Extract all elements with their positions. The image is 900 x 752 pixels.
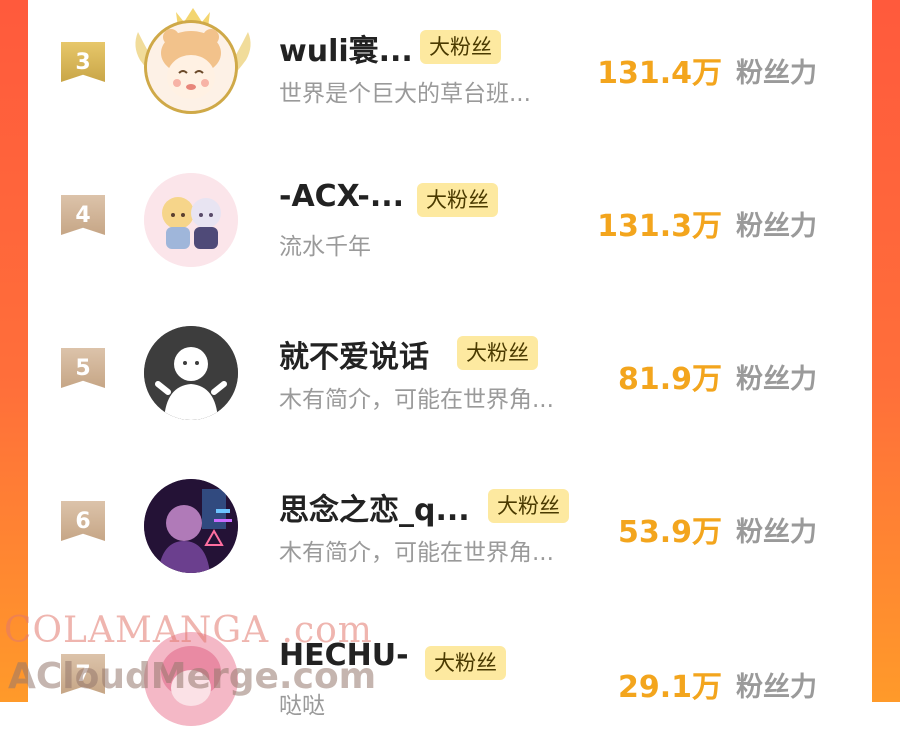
rank-medal: 3 [61,42,105,82]
fans-power-value: 81.9万 [617,362,722,397]
pink-anime-avatar-icon [144,632,238,726]
fans-power-value: 53.9万 [617,515,722,550]
rank-medal: 7 [61,654,105,694]
fans-power-value: 29.1万 [617,670,722,705]
user-name[interactable]: -ACX-... [279,179,404,214]
big-fan-badge: 大粉丝 [425,646,506,680]
user-name[interactable]: 就不爱说话 [279,332,429,376]
user-bio: 哒哒 [279,693,325,719]
ranking-row[interactable]: 3 wuli寰... 大粉丝 世界是个巨大的草台班... 131.4万 粉丝力 [28,0,872,140]
avatar[interactable] [144,479,242,577]
user-bio: 世界是个巨大的草台班... [279,81,531,107]
rank-number: 6 [75,508,91,534]
default-user-avatar-icon [144,326,238,420]
rank-medal: 6 [61,501,105,541]
rank-number: 3 [75,49,91,75]
rank-medal: 4 [61,195,105,235]
user-name[interactable]: 思念之恋_q... [279,485,470,529]
avatar[interactable] [144,326,242,424]
ranking-row[interactable]: 7 HECHU- 大粉丝 哒哒 29.1万 粉丝力 [28,612,872,752]
rank-number: 7 [75,661,91,687]
avatar[interactable] [135,8,251,118]
ranking-row[interactable]: 4 -ACX-... 大粉丝 流水千年 131.3万 粉丝力 [28,153,872,293]
ranking-row[interactable]: 6 思念之恋_q... 大粉丝 木有简介，可能在世界角... 53.9万 粉丝力 [28,459,872,599]
fans-power-label: 粉丝力 [736,58,817,89]
user-bio: 木有简介，可能在世界角... [279,540,554,566]
big-fan-badge: 大粉丝 [457,336,538,370]
fans-power-value: 131.3万 [597,209,722,244]
avatar[interactable] [144,173,242,271]
ranking-row[interactable]: 5 就不爱说话 大粉丝 木有简介，可能在世界角... 81.9万 粉丝力 [28,306,872,446]
two-chibi-characters-avatar-icon [144,173,238,267]
big-fan-badge: 大粉丝 [488,489,569,523]
fans-power-label: 粉丝力 [736,517,817,548]
anime-girl-avatar-icon [144,20,238,114]
big-fan-badge: 大粉丝 [420,30,501,64]
ranking-panel: 3 wuli寰... 大粉丝 世界是个巨大的草台班... 131.4万 粉丝力 … [28,0,872,726]
user-bio: 木有简介，可能在世界角... [279,387,554,413]
fans-power-label: 粉丝力 [736,211,817,242]
big-fan-badge: 大粉丝 [417,183,498,217]
fans-power-value: 131.4万 [597,56,722,91]
rank-medal: 5 [61,348,105,388]
neon-photo-avatar-icon [144,479,238,573]
user-name[interactable]: wuli寰... [279,26,413,70]
fans-power-label: 粉丝力 [736,364,817,395]
avatar[interactable] [144,632,242,730]
rank-number: 5 [75,355,91,381]
fans-power-label: 粉丝力 [736,672,817,703]
user-name[interactable]: HECHU- [279,638,409,673]
user-bio: 流水千年 [279,234,371,260]
rank-number: 4 [75,202,91,228]
